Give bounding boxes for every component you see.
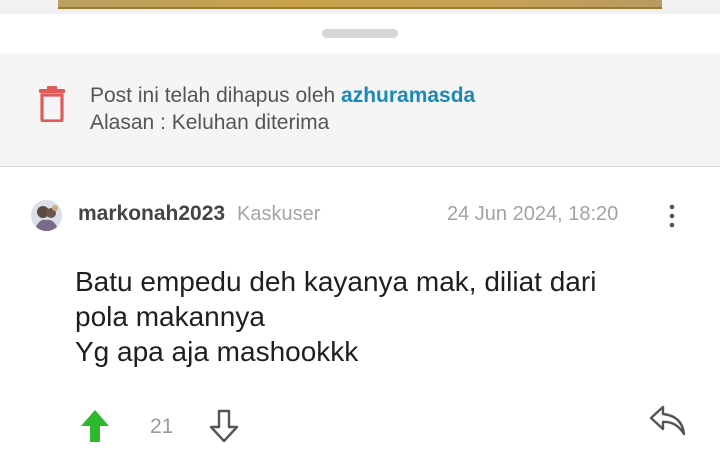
post-line: pola makannya	[75, 301, 265, 332]
drag-handle[interactable]	[322, 29, 398, 38]
deleted-reason: Alasan : Keluhan diterima	[90, 111, 330, 134]
downvote-icon[interactable]	[208, 408, 240, 444]
more-options-icon[interactable]	[662, 202, 682, 232]
username[interactable]: markonah2023	[78, 202, 225, 226]
avatar-image	[31, 200, 62, 231]
post-line: Batu empedu deh kayanya mak, diliat dari	[75, 266, 597, 297]
vote-count: 21	[150, 415, 174, 438]
reply-icon[interactable]	[648, 402, 688, 438]
upvote-icon[interactable]	[78, 408, 112, 444]
moderator-link[interactable]: azhuramasda	[341, 84, 475, 107]
trash-icon	[39, 86, 65, 122]
deleted-notice-text: Post ini telah dihapus oleh azhuramasda	[90, 84, 475, 108]
post-timestamp: 24 Jun 2024, 18:20	[447, 203, 619, 225]
post-line: Yg apa aja mashookkk	[75, 336, 359, 367]
avatar[interactable]	[31, 200, 62, 231]
post-body: Batu empedu deh kayanya mak, diliat dari…	[75, 264, 675, 369]
previous-post-image	[58, 0, 662, 9]
deleted-post-notice: Post ini telah dihapus oleh azhuramasda …	[0, 53, 720, 167]
comment-sheet: Post ini telah dihapus oleh azhuramasda …	[0, 14, 720, 457]
deleted-notice-prefix: Post ini telah dihapus oleh	[90, 84, 342, 107]
user-rank: Kaskuser	[237, 203, 321, 225]
